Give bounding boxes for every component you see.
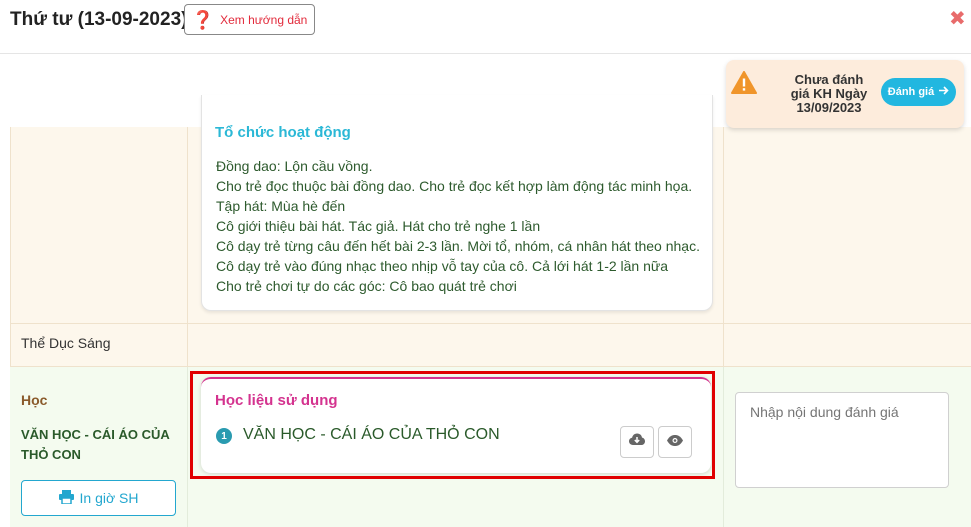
warning-icon	[731, 71, 757, 100]
activity-line: Cô giới thiệu bài hát. Tác giả. Hát cho …	[216, 218, 541, 234]
study-label: Học	[21, 392, 48, 408]
evaluate-button-label: Đánh giá	[887, 86, 935, 98]
activity-line: Đồng dao: Lộn cầu vồng.	[216, 158, 373, 174]
modal-header: Thứ tư (13-09-2023) ❓ Xem hướng dẫn ✖	[0, 0, 971, 54]
print-lesson-label: In giờ SH	[79, 490, 139, 506]
help-guide-label: Xem hướng dẫn	[220, 12, 308, 27]
printer-icon	[58, 489, 74, 507]
evaluation-notice-text: Chưa đánh giá KH Ngày 13/09/2023	[790, 72, 868, 115]
eye-icon	[667, 433, 683, 451]
material-item-name[interactable]: VĂN HỌC - CÁI ÁO CỦA THỎ CON	[243, 426, 500, 444]
lesson-name: VĂN HỌC - CÁI ÁO CỦA THỎ CON	[21, 427, 170, 462]
activity-title: Tổ chức hoạt động	[215, 124, 351, 141]
page-title: Thứ tư (13-09-2023)	[10, 9, 188, 30]
materials-title: Học liệu sử dụng	[215, 392, 338, 409]
table-divider	[187, 367, 188, 527]
help-guide-button[interactable]: ❓ Xem hướng dẫn	[184, 4, 315, 35]
table-divider	[723, 367, 724, 527]
activity-line: Cô dạy trẻ vào đúng nhạc theo nhịp vỗ ta…	[216, 258, 669, 274]
print-lesson-button[interactable]: In giờ SH	[21, 480, 176, 516]
highlight-frame	[190, 371, 715, 479]
material-number-badge: 1	[216, 428, 232, 444]
question-mark-icon: ❓	[191, 9, 215, 30]
activity-line: Cho trẻ đọc thuộc bài đồng dao. Cho trẻ …	[216, 178, 693, 194]
close-icon[interactable]: ✖	[949, 6, 966, 31]
activity-line: Cô dạy trẻ từng câu đến hết bài 2-3 lần.…	[216, 238, 700, 254]
activity-line: Cho trẻ chơi tự do các góc: Cô bao quát …	[216, 278, 517, 294]
download-material-button[interactable]	[620, 426, 654, 458]
view-material-button[interactable]	[658, 426, 692, 458]
morning-exercise-label: Thể Dục Sáng	[21, 335, 111, 351]
activity-line: Tập hát: Mùa hè đến	[216, 198, 346, 214]
cloud-download-icon	[629, 433, 645, 451]
evaluate-button[interactable]: Đánh giá	[881, 78, 956, 106]
evaluation-input[interactable]	[735, 392, 949, 488]
arrow-right-icon	[939, 86, 949, 98]
table-divider	[10, 323, 971, 324]
